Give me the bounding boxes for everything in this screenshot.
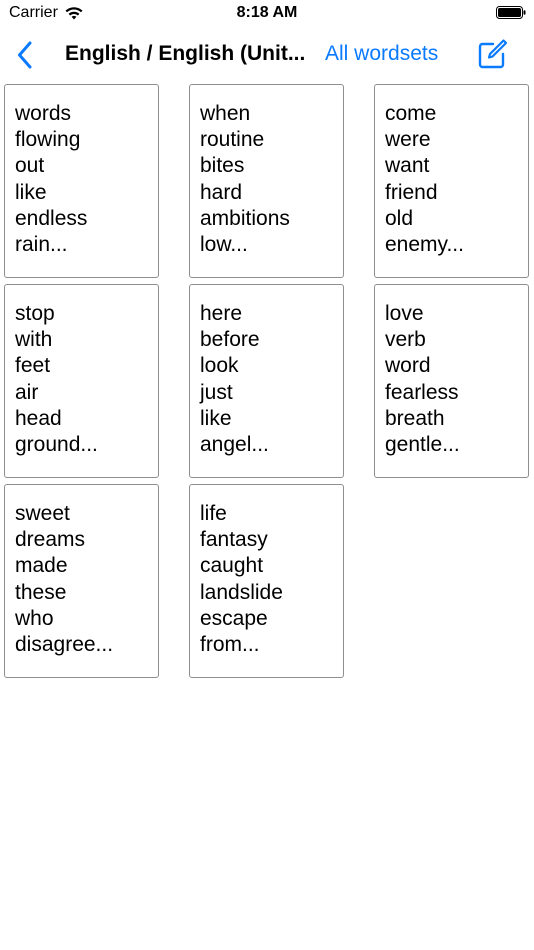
wordset-card[interactable]: when routine bites hard ambitions low... bbox=[189, 84, 344, 278]
wordset-word: enemy... bbox=[385, 233, 464, 257]
wordset-card[interactable]: words flowing out like endless rain... bbox=[4, 84, 159, 278]
wordset-word: look bbox=[200, 354, 239, 378]
wordset-word: stop bbox=[15, 302, 55, 325]
wordset-word: ground... bbox=[15, 433, 98, 457]
wordset-word: feet bbox=[15, 354, 51, 378]
wordset-word: words bbox=[15, 102, 72, 125]
wordset-word: head bbox=[15, 406, 62, 430]
compose-button[interactable] bbox=[476, 38, 508, 70]
wordset-word: air bbox=[15, 380, 39, 404]
wordset-word: from... bbox=[200, 633, 260, 657]
wordset-word: come bbox=[385, 102, 437, 125]
wordset-word: fearless bbox=[385, 380, 459, 404]
wordset-word: angel... bbox=[200, 433, 269, 457]
page-title: English / English (Unit... bbox=[65, 42, 306, 65]
wordset-card[interactable]: life fantasy caught landslide escape fro… bbox=[189, 484, 344, 678]
wordset-card[interactable]: love verb word fearless breath gentle... bbox=[374, 284, 529, 478]
wordset-word: gentle... bbox=[385, 433, 460, 457]
wordset-word: endless bbox=[15, 206, 88, 230]
wordset-word: just bbox=[200, 380, 233, 404]
battery-icon bbox=[496, 6, 526, 19]
wordset-word: who bbox=[15, 606, 54, 630]
wordset-word: before bbox=[200, 328, 260, 352]
wordset-word: verb bbox=[385, 328, 426, 352]
chevron-left-icon bbox=[18, 41, 32, 69]
wordset-card[interactable]: stop with feet air head ground... bbox=[4, 284, 159, 478]
wordset-word: want bbox=[385, 154, 430, 178]
wordset-word: rain... bbox=[15, 233, 68, 257]
wordset-card[interactable]: come were want friend old enemy... bbox=[374, 84, 529, 278]
wordset-word: love bbox=[385, 302, 424, 325]
wordset-word: were bbox=[385, 128, 431, 152]
wordset-word: when bbox=[200, 102, 251, 125]
wordset-word: made bbox=[15, 554, 68, 578]
wordset-word: like bbox=[200, 406, 232, 430]
wordset-word: life bbox=[200, 502, 227, 525]
wordset-word: these bbox=[15, 580, 67, 604]
clock: 8:18 AM bbox=[236, 4, 298, 21]
wordset-word: sweet bbox=[15, 502, 70, 525]
wordset-word: here bbox=[200, 302, 243, 325]
wordset-word: breath bbox=[385, 406, 445, 430]
navigation-bar: English / English (Unit... All wordsets bbox=[0, 30, 534, 80]
wordset-word: bites bbox=[200, 154, 245, 178]
wordset-word: flowing bbox=[15, 128, 81, 152]
wordset-word: dreams bbox=[15, 528, 86, 552]
wordset-word: routine bbox=[200, 128, 265, 152]
wordset-word: old bbox=[385, 206, 414, 230]
status-bar: Carrier 8:18 AM bbox=[0, 0, 534, 30]
wordset-word: escape bbox=[200, 606, 268, 630]
wordset-word: caught bbox=[200, 554, 264, 578]
wordset-word: with bbox=[15, 328, 53, 352]
wordset-word: word bbox=[385, 354, 431, 378]
wordset-word: landslide bbox=[200, 580, 283, 604]
wordset-word: like bbox=[15, 180, 47, 204]
wordset-grid: words flowing out like endless rain... w… bbox=[4, 84, 529, 678]
wordset-card[interactable]: sweet dreams made these who disagree... bbox=[4, 484, 159, 678]
all-wordsets-button[interactable]: All wordsets bbox=[325, 42, 438, 66]
wordset-word: friend bbox=[385, 180, 438, 204]
wordset-word: low... bbox=[200, 233, 248, 257]
back-button[interactable] bbox=[12, 40, 38, 70]
wordset-word: disagree... bbox=[15, 633, 114, 657]
wordset-word: fantasy bbox=[200, 528, 268, 552]
compose-icon bbox=[478, 39, 508, 69]
wordset-word: ambitions bbox=[200, 206, 290, 230]
wordset-word: hard bbox=[200, 180, 243, 204]
wordset-card[interactable]: here before look just like angel... bbox=[189, 284, 344, 478]
wordset-word: out bbox=[15, 154, 45, 178]
